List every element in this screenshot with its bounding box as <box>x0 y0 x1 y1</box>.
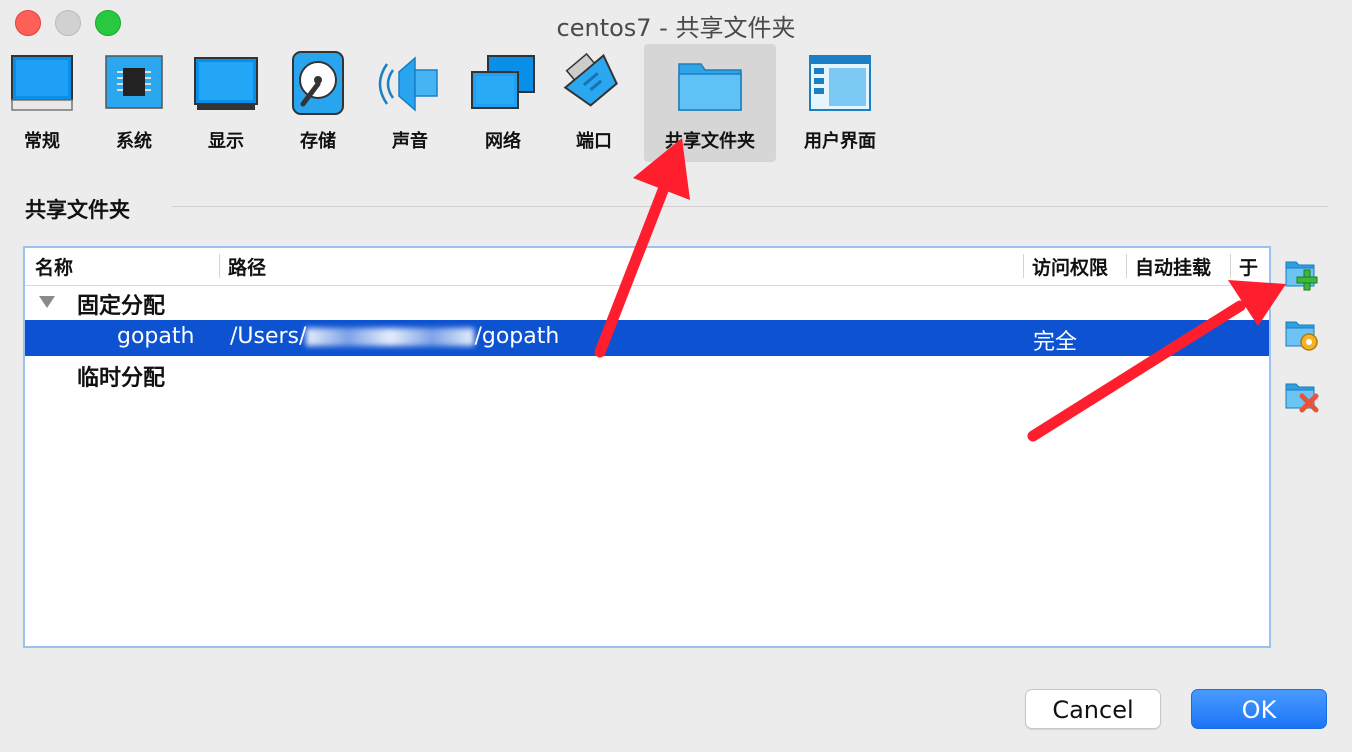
toolbar-item-storage[interactable]: 存储 <box>280 44 356 162</box>
chip-icon <box>105 55 163 109</box>
toolbar-item-system[interactable]: 系统 <box>95 44 173 162</box>
port-connector-icon <box>563 52 618 107</box>
toolbar-item-ports[interactable]: 端口 <box>556 44 632 162</box>
folder-access: 完全 <box>1033 330 1078 355</box>
speaker-icon <box>378 56 438 112</box>
general-monitor-icon <box>11 55 73 111</box>
toolbar-label: 显示 <box>208 131 244 152</box>
toolbar-label: 网络 <box>485 131 521 152</box>
section-title: 共享文件夹 <box>25 198 130 222</box>
toolbar-item-shared-folders[interactable]: 共享文件夹 <box>644 44 776 162</box>
folder-name: gopath <box>117 324 195 349</box>
network-icon <box>471 55 535 109</box>
table-row[interactable]: gopath /Users/ /gopath 完全 <box>25 320 1269 356</box>
table-header: 名称 路径 访问权限 自动挂载 于 <box>25 248 1269 286</box>
toolbar-item-display[interactable]: 显示 <box>187 44 265 162</box>
toolbar-label: 共享文件夹 <box>665 131 755 152</box>
folder-path-suffix: /gopath <box>474 324 560 349</box>
shared-folder-icon <box>678 63 742 111</box>
toolbar-label: 用户界面 <box>804 131 876 152</box>
column-header-access[interactable]: 访问权限 <box>1032 253 1108 280</box>
settings-window: centos7 - 共享文件夹 常规 系统 显示 存储 声音 网络 端口 共享文… <box>0 0 1352 752</box>
column-header-path[interactable]: 路径 <box>228 253 266 280</box>
title-bar: centos7 - 共享文件夹 <box>0 0 1352 44</box>
folder-path: /Users/ /gopath <box>230 324 559 349</box>
toolbar-label: 端口 <box>576 131 612 152</box>
group-row-transient-folders[interactable]: 临时分配 <box>25 356 1269 392</box>
group-label: 临时分配 <box>77 366 166 391</box>
shared-folders-table[interactable]: 名称 路径 访问权限 自动挂载 于 固定分配 gopath /Users/ /go… <box>23 246 1271 648</box>
toolbar-item-audio[interactable]: 声音 <box>372 44 448 162</box>
toolbar-label: 系统 <box>116 131 152 152</box>
storage-disk-icon <box>292 51 344 115</box>
toolbar-label: 声音 <box>392 131 428 152</box>
edit-shared-folder-icon[interactable] <box>1284 316 1320 352</box>
column-separator <box>219 254 220 278</box>
toolbar-item-network[interactable]: 网络 <box>465 44 541 162</box>
toolbar-item-user-interface[interactable]: 用户界面 <box>792 44 888 162</box>
toolbar-label: 常规 <box>24 131 60 152</box>
redacted-username <box>306 328 475 346</box>
cancel-button[interactable]: Cancel <box>1025 689 1161 729</box>
column-separator <box>1023 254 1024 278</box>
column-header-automount[interactable]: 自动挂载 <box>1135 253 1211 280</box>
user-interface-icon <box>809 55 871 111</box>
group-label: 固定分配 <box>77 294 166 319</box>
ok-button[interactable]: OK <box>1191 689 1327 729</box>
remove-shared-folder-icon[interactable] <box>1284 378 1320 414</box>
section-divider <box>172 206 1328 207</box>
window-title: centos7 - 共享文件夹 <box>556 14 796 42</box>
group-row-machine-folders[interactable]: 固定分配 <box>25 284 1269 320</box>
column-header-name[interactable]: 名称 <box>35 253 73 280</box>
disclosure-triangle-icon[interactable] <box>39 296 55 308</box>
column-separator <box>1230 254 1231 278</box>
column-header-at[interactable]: 于 <box>1239 253 1258 280</box>
add-shared-folder-icon[interactable] <box>1284 256 1320 292</box>
toolbar-label: 存储 <box>300 131 336 152</box>
display-icon <box>194 57 258 110</box>
column-separator <box>1126 254 1127 278</box>
toolbar-item-general[interactable]: 常规 <box>0 44 84 162</box>
folder-path-prefix: /Users/ <box>230 324 307 349</box>
